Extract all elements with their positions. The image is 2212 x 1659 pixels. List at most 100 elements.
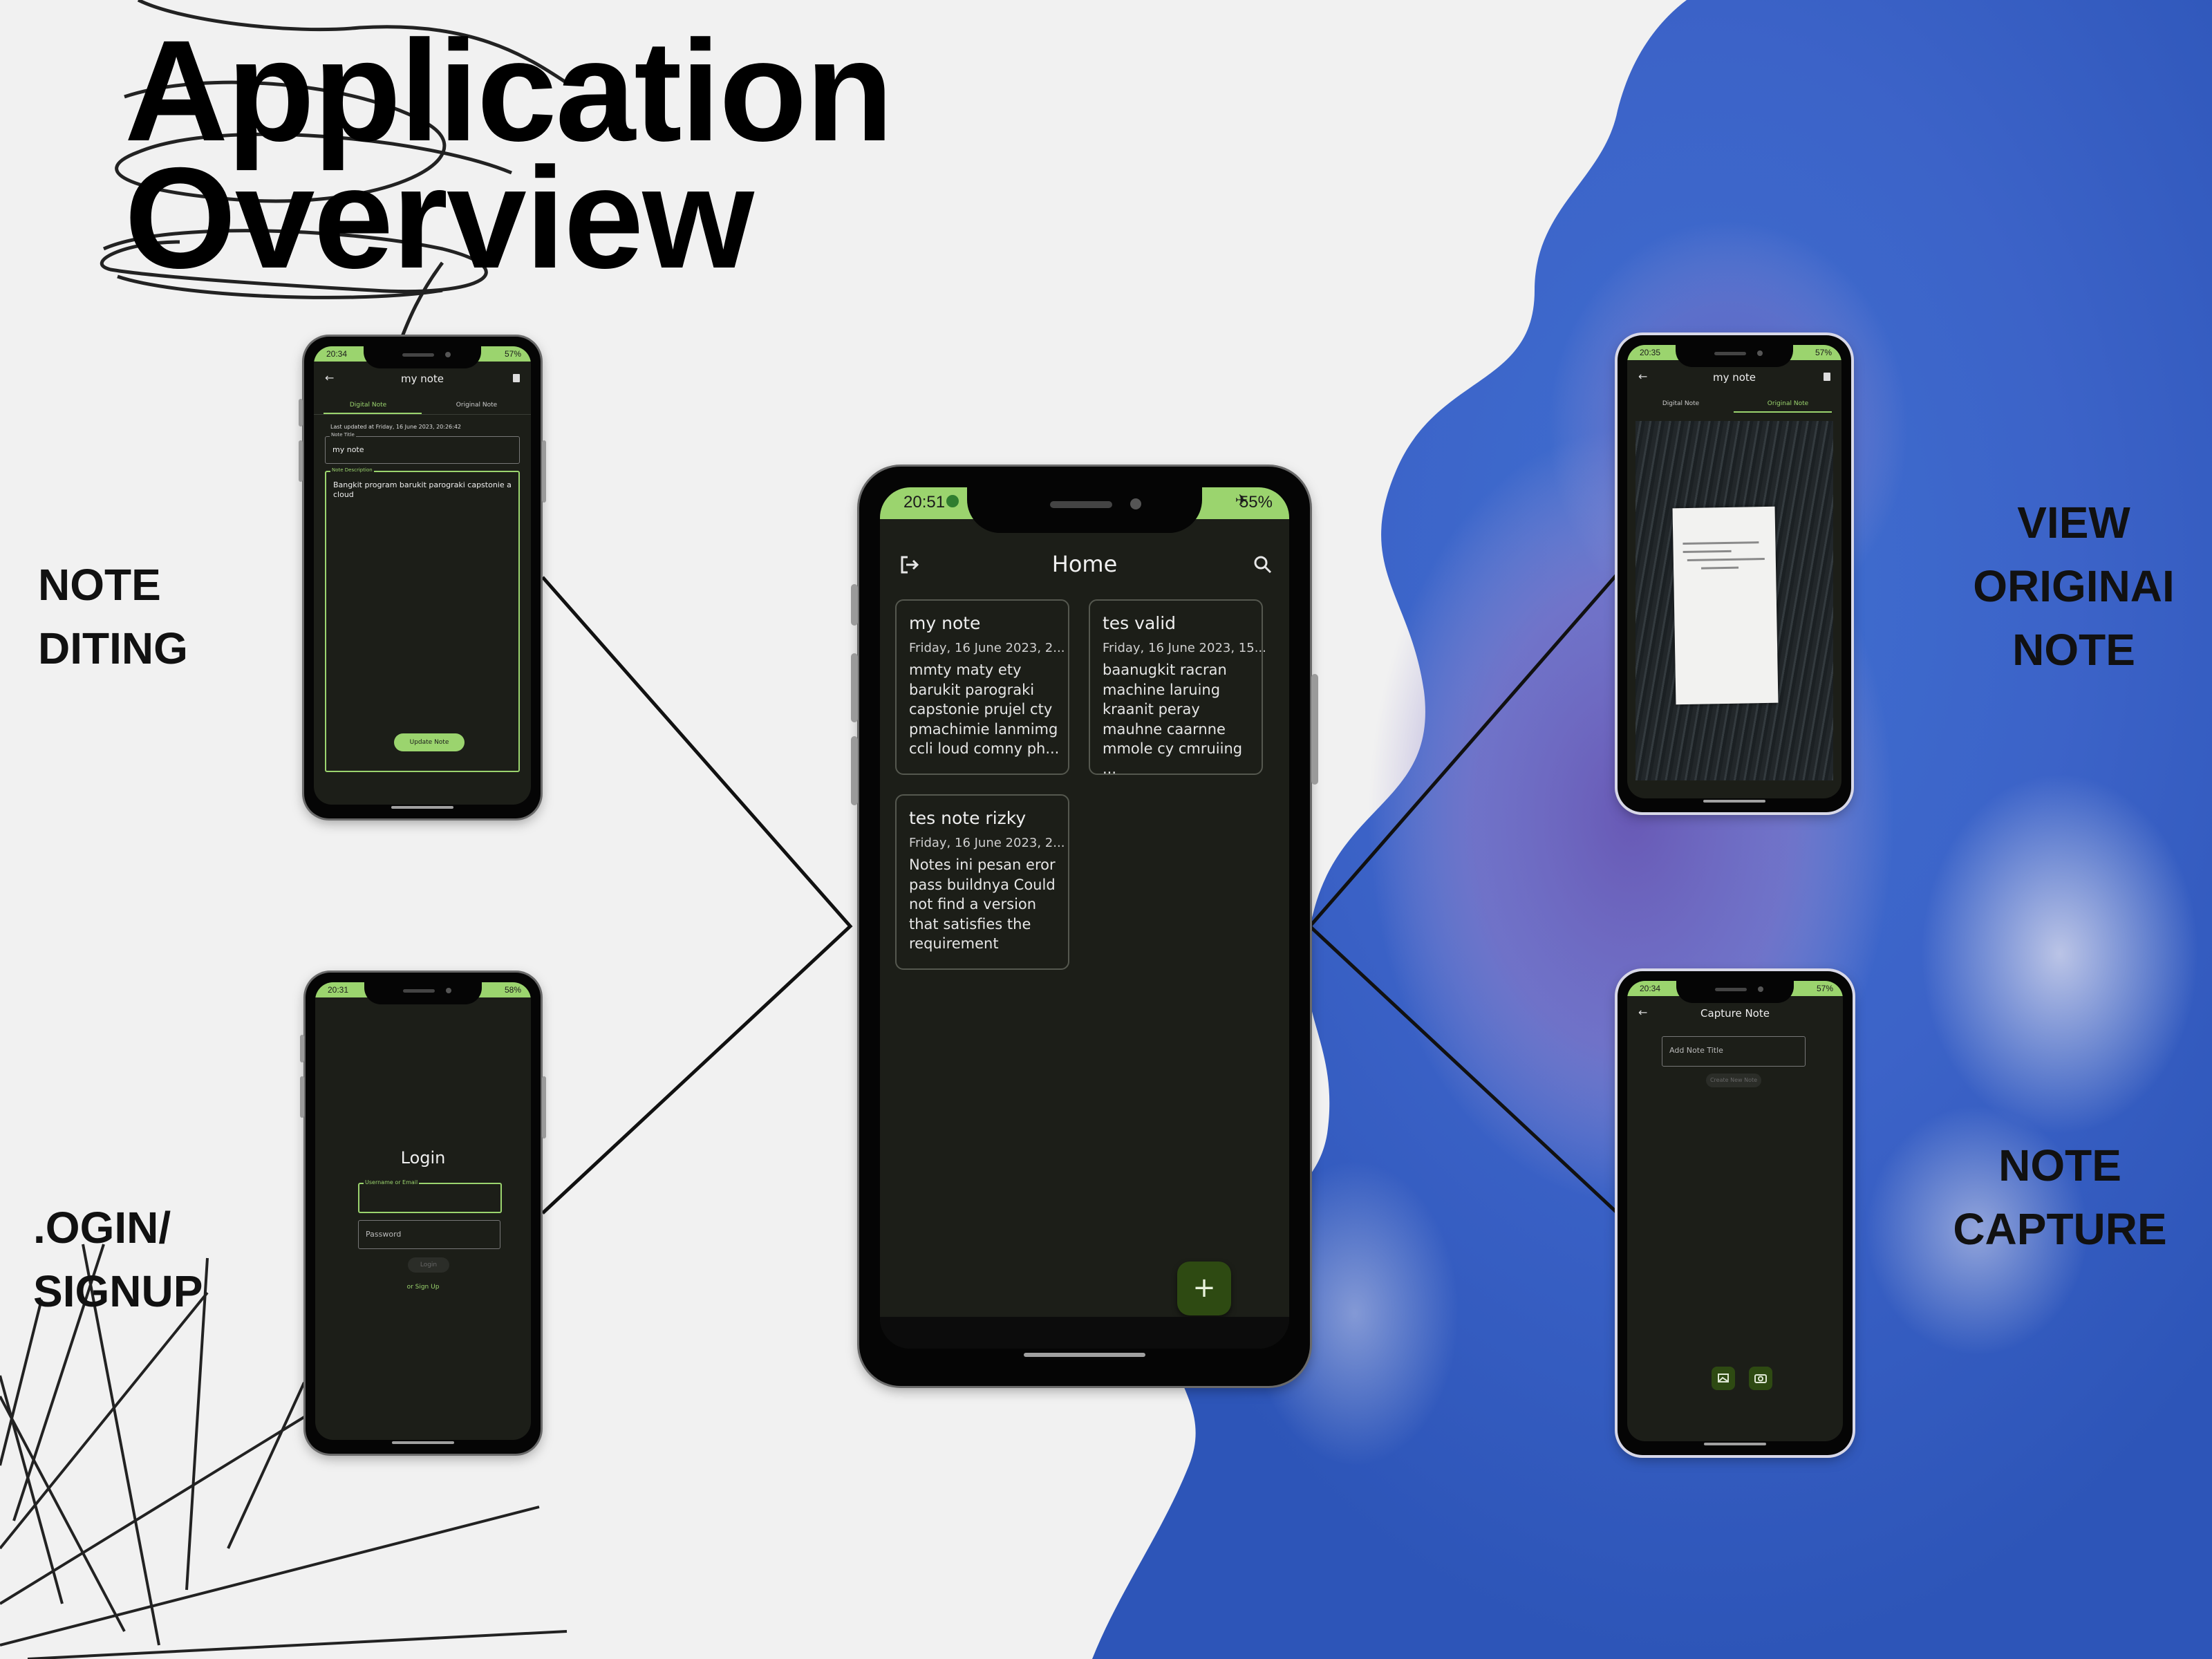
camera [1130,498,1141,509]
side-button [851,584,858,626]
home-indicator [391,806,453,809]
camera-button[interactable] [1749,1367,1772,1390]
status-time: 20:34 [1640,984,1661,993]
note-card-title: tes note rizky [909,808,1027,828]
handwriting-line [1701,566,1739,570]
capture-screen: 20:34 57% ← Capture Note Add Note Title … [1627,981,1843,1441]
side-button [299,440,303,482]
notch [1676,345,1793,367]
login-screen: 20:31 58% Login Username or Email Passwo… [315,982,531,1440]
speaker [402,353,434,357]
camera [1758,986,1763,992]
notch [967,487,1202,533]
note-description-label: Note Description [330,467,374,473]
label-line: DITING [38,624,188,673]
note-card-title: tes valid [1103,613,1177,633]
side-button [300,1076,304,1118]
speaker [1050,501,1112,508]
edit-screen: 20:34 57% ← my note Digital Note Origina… [314,346,531,805]
paper-note-image [1672,506,1779,705]
home-indicator [1704,1443,1766,1445]
camera [445,352,451,357]
page-title: Home [1051,551,1118,577]
trash-icon[interactable] [513,374,520,382]
gallery-icon [1718,1374,1729,1382]
nav-area [880,1317,1289,1349]
label-line: SIGNUP [33,1266,203,1316]
home-indicator [1024,1353,1145,1357]
label-note-editing: NOTE DITING [38,553,188,680]
camera [1757,350,1763,356]
page-title: Capture Note [1700,1007,1770,1020]
label-login-signup: .OGIN/ SIGNUP [33,1196,203,1323]
note-card-title: my note [909,613,981,633]
username-label: Username or Email [364,1179,420,1185]
note-title-placeholder: Add Note Title [1669,1046,1723,1055]
trash-icon[interactable] [1824,373,1830,381]
update-note-button[interactable]: Update Note [394,733,465,751]
label-line: VIEW [2017,498,2130,547]
label-line: NOTE [2012,625,2135,675]
note-title-label: Note Title [330,432,356,438]
status-battery: 55% [1239,493,1273,512]
label-line: CAPTURE [1953,1204,2167,1254]
tab-divider [314,414,531,415]
note-card-date: Friday, 16 June 2023, 2... [909,641,1065,655]
note-card-date: Friday, 16 June 2023, 15... [1103,641,1266,655]
speaker [1714,352,1746,355]
status-battery: 57% [1816,984,1833,993]
side-button [542,440,546,503]
tab-indicator [1734,411,1832,413]
note-card-body: Notes ini pesan eror pass buildnya Could… [909,856,1056,952]
gallery-button[interactable] [1712,1367,1735,1390]
note-card-date: Friday, 16 June 2023, 2... [909,836,1065,850]
phone-capture: 20:34 57% ← Capture Note Add Note Title … [1618,971,1853,1455]
status-battery: 58% [504,985,521,995]
notch [364,346,481,368]
status-battery: 57% [504,349,521,359]
search-icon[interactable] [1253,555,1273,574]
label-line: .OGIN/ [33,1203,171,1253]
username-field[interactable]: Username or Email [358,1179,502,1213]
note-title-value: my note [332,445,364,454]
tab-digital-note[interactable]: Digital Note [314,402,422,409]
handwriting-line [1683,541,1759,545]
label-note-capture: NOTE CAPTURE [1936,1134,2184,1261]
status-time: 20:51 [903,493,946,512]
home-screen: 20:51 ✈ 55% Home my note Friday, 16 June… [880,487,1289,1349]
status-battery: 57% [1815,348,1832,357]
page-title: my note [400,373,444,385]
side-button [1311,674,1318,785]
side-button [299,399,303,427]
login-button[interactable]: Login [408,1257,449,1273]
create-note-button[interactable]: Create New Note [1706,1074,1761,1087]
camera-icon [1754,1374,1767,1383]
original-note-photo [1635,421,1833,780]
note-title-field[interactable]: Note Title my note [325,432,520,464]
add-note-fab[interactable]: + [1177,1262,1231,1315]
handwriting-line [1687,557,1765,561]
note-card[interactable]: tes valid Friday, 16 June 2023, 15... ba… [1089,599,1266,777]
note-card[interactable]: tes note rizky Friday, 16 June 2023, 2..… [895,794,1069,970]
speaker [403,989,435,993]
login-title: Login [400,1148,446,1168]
note-description-field[interactable]: Note Description Bangkit program barukit… [325,467,520,772]
handwriting-line [1683,550,1732,554]
tab-original-note[interactable]: Original Note [422,402,531,409]
side-button [851,736,858,805]
password-placeholder: Password [366,1230,402,1239]
tab-digital-note[interactable]: Digital Note [1627,400,1734,407]
notch [364,982,482,1004]
label-line: ORIGINAI [1973,561,2175,611]
note-card[interactable]: my note Friday, 16 June 2023, 2... mmty … [895,599,1069,775]
label-line: NOTE [38,560,161,610]
tab-original-note[interactable]: Original Note [1734,400,1841,407]
note-card-body: baanugkit racran machine laruing kraanit… [1103,662,1243,777]
note-title-input[interactable]: Add Note Title [1662,1036,1806,1067]
status-time: 20:35 [1640,348,1661,357]
label-view-original: VIEW ORIGINAI NOTE [1949,491,2198,682]
phone-home: 20:51 ✈ 55% Home my note Friday, 16 June… [851,467,1318,1386]
phone-edit: 20:34 57% ← my note Digital Note Origina… [299,337,546,818]
signup-link[interactable]: or Sign Up [315,1284,531,1291]
password-field[interactable]: Password [358,1220,500,1249]
